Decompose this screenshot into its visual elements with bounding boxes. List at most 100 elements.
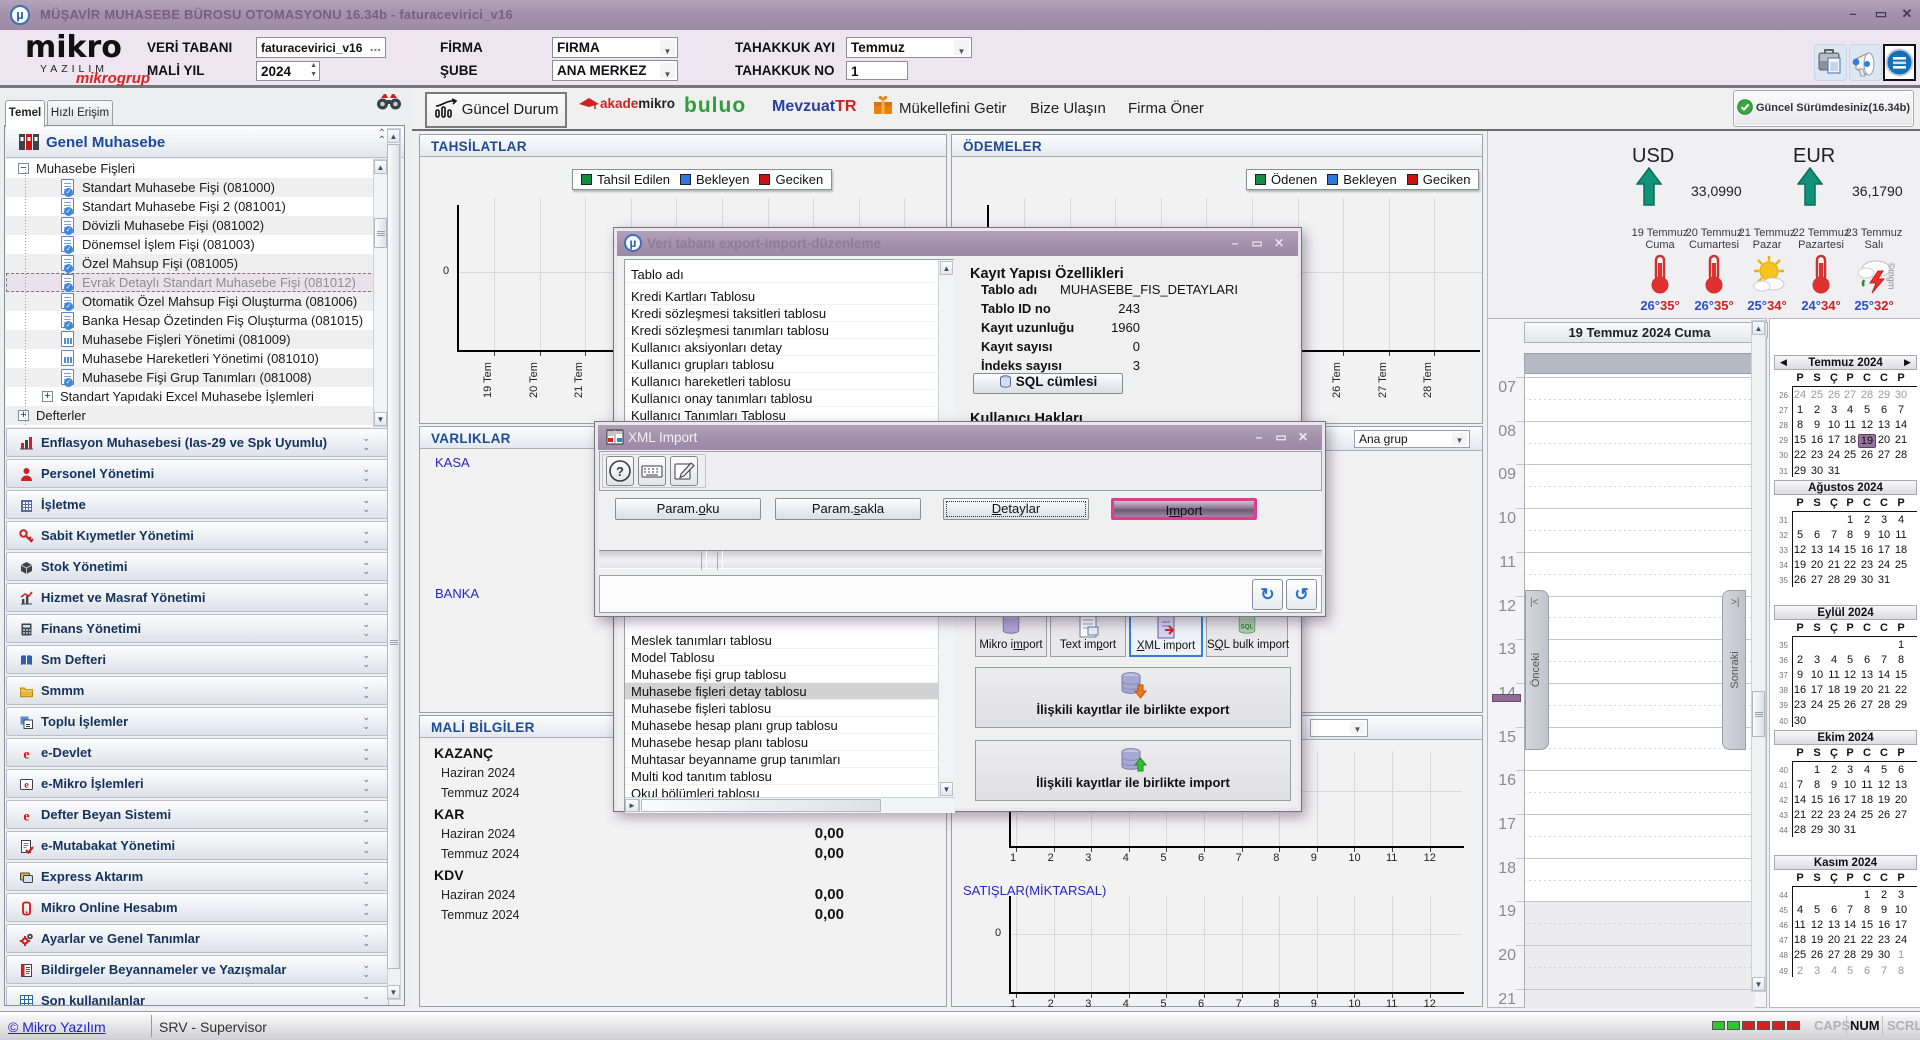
calendar-day[interactable]: 7 xyxy=(1892,404,1910,416)
calendar-day[interactable]: 26 xyxy=(1858,449,1876,461)
calendar-day[interactable]: 26 xyxy=(1875,809,1893,821)
calendar-day[interactable]: 2 xyxy=(1858,514,1876,526)
export-dialog-window-buttons[interactable]: –▭✕ xyxy=(1224,236,1290,250)
expand-chevron-icon[interactable]: ⌄⌄ xyxy=(362,527,370,545)
undo-icon[interactable]: ↺ xyxy=(1286,579,1317,610)
sidebar-item-e-devlet[interactable]: ee-Devlet⌄⌄ xyxy=(6,738,389,767)
sidebar-item-bildirgeler-beyannameler-ve-yaz-malar[interactable]: Bildirgeler Beyannameler ve Yazışmalar⌄⌄ xyxy=(6,955,389,984)
calendar-day[interactable]: 1 xyxy=(1892,639,1910,651)
calendar-day[interactable]: 5 xyxy=(1808,904,1826,916)
edit-button[interactable] xyxy=(670,456,698,486)
calendar-day[interactable]: 23 xyxy=(1858,559,1876,571)
skip-start-icon[interactable]: |< xyxy=(1530,597,1538,608)
calendar-day[interactable]: 11 xyxy=(1858,779,1876,791)
sidebar-item-finans-y-netimi[interactable]: Finans Yönetimi⌄⌄ xyxy=(6,614,389,643)
calendar-day[interactable]: 16 xyxy=(1808,434,1826,446)
expand-chevron-icon[interactable]: ⌄⌄ xyxy=(362,620,370,638)
calendar-day[interactable]: 22 xyxy=(1791,449,1809,461)
calendar-day[interactable]: 8 xyxy=(1791,419,1809,431)
sidebar-item-mikro-online-hesab-m[interactable]: Mikro Online Hesabım⌄⌄ xyxy=(6,893,389,922)
banka-label[interactable]: BANKA xyxy=(435,586,479,601)
briefcase-icon[interactable] xyxy=(1814,44,1847,81)
calendar-day[interactable]: 29 xyxy=(1841,574,1859,586)
calendar-day[interactable]: 3 xyxy=(1841,764,1859,776)
calendar-day[interactable]: 9 xyxy=(1808,419,1826,431)
ana-grup-combo[interactable]: Ana grup xyxy=(1354,430,1470,448)
calendar-day[interactable]: 17 xyxy=(1875,544,1893,556)
calendar-day[interactable]: 20 xyxy=(1808,559,1826,571)
dialog-button-paramoku[interactable]: Param.oku xyxy=(615,498,761,520)
expand-chevron-icon[interactable]: ⌄⌄ xyxy=(362,496,370,514)
expand-chevron-icon[interactable]: ⌄⌄ xyxy=(362,744,370,762)
calendar-day[interactable]: 30 xyxy=(1875,949,1893,961)
expand-chevron-icon[interactable]: ⌄⌄ xyxy=(362,651,370,669)
genel-muhasebe-header[interactable]: Genel Muhasebe ⌃⌃ xyxy=(6,127,404,158)
bize-ulasin-link[interactable]: Bize Ulaşın xyxy=(1030,100,1106,117)
calendar-day[interactable]: 23 xyxy=(1791,699,1809,711)
minimize-icon[interactable]: – xyxy=(1248,430,1270,444)
expand-chevron-icon[interactable]: ⌄⌄ xyxy=(362,930,370,948)
calendar-day[interactable]: 31 xyxy=(1841,824,1859,836)
calendar-day[interactable]: 5 xyxy=(1841,965,1859,977)
calendar-day[interactable]: 29 xyxy=(1808,824,1826,836)
scroll-thumb[interactable] xyxy=(387,144,400,969)
calendar-day[interactable]: 23 xyxy=(1808,449,1826,461)
calendar-day[interactable]: 28 xyxy=(1875,699,1893,711)
maximize-icon[interactable]: ▭ xyxy=(1270,430,1292,444)
calendar-day[interactable]: 28 xyxy=(1791,824,1809,836)
sidebar-item-defter-beyan-sistemi[interactable]: eDefter Beyan Sistemi⌄⌄ xyxy=(6,800,389,829)
expand-chevron-icon[interactable]: ⌄⌄ xyxy=(362,434,370,452)
collapse-chevron-icon[interactable]: ⌃⌃ xyxy=(378,130,386,144)
calendar-day[interactable]: 13 xyxy=(1875,419,1893,431)
calendar-day[interactable]: 24 xyxy=(1791,389,1809,401)
import-type-button-sql-bulk-import[interactable]: SQLSQL bulk import xyxy=(1206,611,1288,657)
calendar-day[interactable]: 6 xyxy=(1808,529,1826,541)
expand-chevron-icon[interactable]: ⌄⌄ xyxy=(362,992,370,1006)
calendar-day[interactable]: 22 xyxy=(1808,809,1826,821)
scroll-thumb[interactable] xyxy=(1752,691,1765,737)
calendar-day[interactable]: 13 xyxy=(1808,544,1826,556)
calendar-day[interactable]: 7 xyxy=(1791,779,1809,791)
calendar-day-selected[interactable]: 19 xyxy=(1858,434,1876,448)
calendar-day[interactable]: 7 xyxy=(1841,904,1859,916)
calendar-day[interactable]: 15 xyxy=(1808,794,1826,806)
calendar-day[interactable]: 24 xyxy=(1808,699,1826,711)
table-list-row[interactable]: Kullanıcı onay tanımları tablosu xyxy=(625,390,953,407)
calendar-day[interactable]: 28 xyxy=(1892,449,1910,461)
scheduler-scrollbar[interactable] xyxy=(1751,320,1766,992)
calendar-day[interactable]: 9 xyxy=(1875,904,1893,916)
mikro-yazilim-link[interactable]: © Mikro Yazılım xyxy=(8,1019,106,1035)
calendar-day[interactable]: 24 xyxy=(1875,559,1893,571)
expand-box-icon[interactable]: + xyxy=(18,410,29,421)
buluo-logo[interactable]: buluo xyxy=(684,94,746,118)
satislar-combo[interactable] xyxy=(1310,719,1368,737)
table-list-row[interactable]: Muhasebe hesap planı tablosu xyxy=(625,734,953,751)
search-binoculars-icon[interactable] xyxy=(376,91,402,111)
calendar-day[interactable]: 17 xyxy=(1892,919,1910,931)
sidebar-item-personel-y-netimi[interactable]: Personel Yönetimi⌄⌄ xyxy=(6,459,389,488)
calendar-day[interactable]: 11 xyxy=(1791,919,1809,931)
version-status-button[interactable]: Güncel Sürümdesiniz(16.34b) xyxy=(1733,90,1914,127)
calendar-day[interactable]: 11 xyxy=(1892,529,1910,541)
help-button[interactable]: ? xyxy=(606,456,634,486)
collapse-box-icon[interactable]: − xyxy=(18,163,29,174)
tree-row[interactable]: ✓Banka Hesap Özetinden Fiş Oluşturma (08… xyxy=(6,311,386,330)
export-related-button[interactable]: İlişkili kayıtlar ile birlikte export xyxy=(975,667,1291,728)
calendar-day[interactable]: 25 xyxy=(1858,809,1876,821)
calendar-day[interactable]: 22 xyxy=(1892,684,1910,696)
scheduler-prev-flap[interactable]: |<Önceki xyxy=(1525,590,1549,750)
calendar-day[interactable]: 22 xyxy=(1858,934,1876,946)
calendar-day[interactable]: 16 xyxy=(1858,544,1876,556)
calendar-day[interactable]: 27 xyxy=(1858,699,1876,711)
close-icon[interactable]: ✕ xyxy=(1268,236,1290,250)
sidebar-item-sm-defteri[interactable]: Sm Defteri⌄⌄ xyxy=(6,645,389,674)
mevzuattr-logo[interactable]: MevzuatTR xyxy=(772,98,856,116)
redo-icon[interactable]: ↻ xyxy=(1252,579,1283,610)
calendar-day[interactable]: 14 xyxy=(1875,669,1893,681)
sidebar-item-smmm[interactable]: Smmm⌄⌄ xyxy=(6,676,389,705)
calendar-day[interactable]: 18 xyxy=(1791,934,1809,946)
expand-chevron-icon[interactable]: ⌄⌄ xyxy=(362,961,370,979)
calendar-day[interactable]: 30 xyxy=(1858,574,1876,586)
calendar-day[interactable]: 15 xyxy=(1841,544,1859,556)
table-list-row[interactable]: Multi kod tanıtım tablosu xyxy=(625,768,953,785)
